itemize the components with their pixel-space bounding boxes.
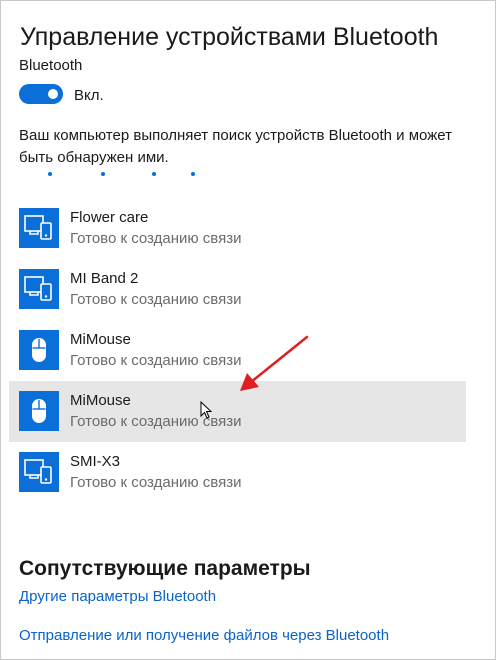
device-item[interactable]: Flower care Готово к созданию связи: [9, 198, 466, 259]
device-name: MiMouse: [70, 331, 131, 348]
send-receive-files-link[interactable]: Отправление или получение файлов через B…: [19, 627, 389, 644]
mouse-icon: [19, 391, 59, 431]
progress-dot: [191, 172, 195, 176]
device-item[interactable]: SMI-X3 Готово к созданию связи: [9, 442, 466, 503]
related-settings-title: Сопутствующие параметры: [19, 557, 311, 581]
device-status: Готово к созданию связи: [70, 474, 242, 491]
mouse-icon: [19, 330, 59, 370]
device-item[interactable]: MiMouse Готово к созданию связи: [9, 320, 466, 381]
computer-device-icon: [19, 269, 59, 309]
mouse-cursor-icon: [200, 401, 212, 419]
device-status: Готово к созданию связи: [70, 352, 242, 369]
device-item[interactable]: MI Band 2 Готово к созданию связи: [9, 259, 466, 320]
progress-dot: [48, 172, 52, 176]
toggle-state-label: Вкл.: [74, 87, 104, 104]
bluetooth-label: Bluetooth: [19, 57, 83, 74]
device-item-selected[interactable]: MiMouse Готово к созданию связи: [9, 381, 466, 442]
progress-dot: [152, 172, 156, 176]
device-name: MiMouse: [70, 392, 131, 409]
bluetooth-toggle[interactable]: [19, 84, 63, 104]
toggle-knob: [48, 89, 58, 99]
more-bluetooth-options-link[interactable]: Другие параметры Bluetooth: [19, 588, 216, 605]
device-name: SMI-X3: [70, 453, 121, 470]
device-name: MI Band 2: [70, 270, 139, 287]
device-name: Flower care: [70, 209, 149, 226]
device-list: Flower care Готово к созданию связи MI B…: [9, 198, 466, 503]
device-status: Готово к созданию связи: [70, 230, 242, 247]
computer-device-icon: [19, 208, 59, 248]
discovery-status-text: Ваш компьютер выполняет поиск устройств …: [19, 127, 452, 166]
device-status: Готово к созданию связи: [70, 291, 242, 308]
page-title: Управление устройствами Bluetooth: [20, 22, 439, 51]
progress-dot: [101, 172, 105, 176]
searching-progress-dots: [0, 172, 496, 178]
computer-device-icon: [19, 452, 59, 492]
device-status: Готово к созданию связи: [70, 413, 242, 430]
